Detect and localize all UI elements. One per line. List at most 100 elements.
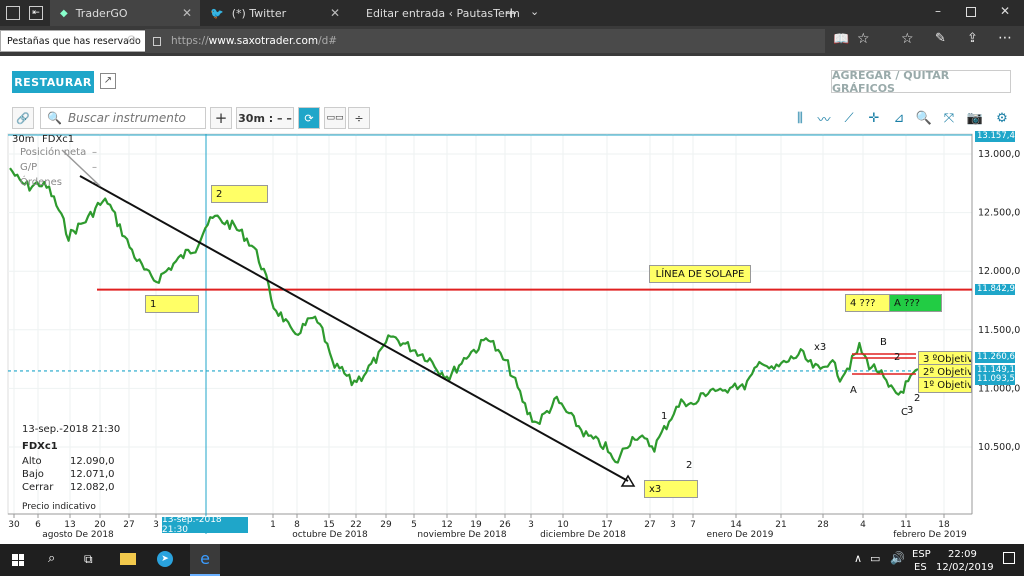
wave-label-1: 1 (661, 411, 668, 422)
x-tick-label: 18 (938, 520, 950, 530)
x-month-label: noviembre De 2018 (417, 530, 506, 540)
annotation-box-x3[interactable]: x3 (644, 480, 698, 498)
tooltip-text: Pestañas que has reservado (7, 35, 141, 47)
x-axis: 30 6 13 20 27 3 1 8 15 22 29 5 12 19 26 3 10 17 27 3 7 14 21 28… (8, 514, 967, 540)
tray-chevron-icon[interactable]: ∧ (854, 552, 862, 565)
search-icon[interactable]: ⌕ (48, 551, 55, 566)
ohlc-note: Precio indicativo (22, 502, 96, 512)
x-tick-label: 3 (670, 520, 676, 530)
url-path: /d# (318, 35, 338, 47)
x-tick-label: 10 (557, 520, 569, 530)
ohlc-symbol: FDXc1 (22, 441, 58, 452)
x-month-label: agosto De 2018 (42, 530, 114, 540)
task-view-icon[interactable]: ⧉ (84, 552, 93, 567)
y-tick-label: 11.000,0 (978, 383, 1020, 394)
monitor-icon[interactable]: ▭ (870, 552, 880, 565)
share-icon[interactable]: ⇪ (967, 31, 978, 46)
x-tick-label: 7 (690, 520, 696, 530)
wave-label-b: B (880, 337, 887, 348)
x-tick-label: 1 (270, 520, 276, 530)
x-tick-label: 17 (601, 520, 612, 530)
wave-label-x3: x3 (814, 342, 827, 353)
telegram-icon[interactable]: ➤ (157, 551, 173, 567)
x-month-label: diciembre De 2018 (540, 530, 626, 540)
x-tick-label: 30 (8, 520, 20, 530)
ohlc-close-value: 12.082,0 (70, 482, 115, 493)
browser-tab-bar: ⇤ ◆ TraderGO ✕ 🐦 (*) Twitter ✕ Editar en… (0, 0, 1024, 26)
bookmarked-tabs-tooltip: Pestañas que has reservado (0, 30, 148, 52)
reading-view-icon[interactable]: 📖 (833, 32, 849, 47)
y-tick-label: 12.500,0 (978, 208, 1020, 219)
clock-time[interactable]: 22:09 (948, 549, 977, 560)
crosshair-date-label: 13-sep.-2018 21:30 (162, 515, 248, 535)
x-month-label: febrero De 2019 (893, 530, 967, 540)
wave-label-a: A (850, 385, 857, 396)
x-tick-label: 26 (499, 520, 511, 530)
wave-label-2b: 2 (894, 352, 901, 363)
x-tick-label: 13 (64, 520, 75, 530)
tab-editar-entrada[interactable]: Editar entrada ‹ PautasTerm (348, 0, 520, 26)
lang-code[interactable]: ESP (912, 549, 931, 560)
annotation-box-a[interactable]: A ??? (889, 294, 942, 312)
pnl-value: – (92, 162, 97, 173)
minimize-icon[interactable]: – (935, 4, 941, 18)
star-icon[interactable]: ☆ (857, 31, 870, 47)
x-tick-label: 4 (860, 520, 866, 530)
tab-tradergo[interactable]: ◆ TraderGO ✕ (50, 0, 200, 26)
x-month-label: octubre De 2018 (292, 530, 368, 540)
x-tick-label: 27 (644, 520, 655, 530)
x-tick-label: 3 (153, 520, 159, 530)
lang-sub: ES (914, 562, 927, 573)
x-tick-label: 20 (94, 520, 106, 530)
clock-date: 12/02/2019 (936, 562, 994, 573)
ohlc-low-value: 12.071,0 (70, 469, 115, 480)
x-tick-label: 15 (323, 520, 334, 530)
x-tick-label: 12 (441, 520, 452, 530)
volume-icon[interactable]: 🔊 (890, 551, 905, 565)
y-value-tag: 11.093,5 (975, 374, 1015, 385)
orders-value: – (92, 177, 97, 188)
edge-icon[interactable]: e (190, 544, 220, 576)
tab-label: TraderGO (75, 6, 128, 20)
objective-1-label[interactable]: 1º Objetivo (918, 377, 972, 393)
annotation-box-4[interactable]: 4 ??? (845, 294, 890, 312)
close-icon[interactable]: ✕ (330, 6, 340, 20)
refresh-icon[interactable]: ⟳ (127, 33, 138, 48)
tab-manager-icon[interactable] (6, 6, 20, 20)
ohlc-datetime: 13-sep.-2018 21:30 (22, 424, 121, 435)
lock-icon (153, 36, 161, 46)
y-axis: 13.000,0 12.500,0 12.000,0 11.500,0 11.000,0… (978, 149, 1020, 453)
url-prefix: https:// (171, 35, 209, 47)
y-tick-label: 11.500,0 (978, 325, 1020, 336)
browser-address-bar: Pestañas que has reservado ⟳ https:// ww… (0, 26, 1024, 56)
annotation-box-2[interactable]: 2 (211, 185, 268, 203)
pen-icon[interactable]: ✎ (935, 31, 946, 46)
url-field[interactable]: https:// www.saxotrader.com /d# (145, 29, 825, 53)
ohlc-close-label: Cerrar (22, 482, 54, 493)
x-tick-label: 5 (411, 520, 417, 530)
x-tick-label: 19 (470, 520, 482, 530)
file-explorer-icon[interactable] (120, 553, 136, 565)
new-tab-icon[interactable]: + (505, 4, 518, 22)
maximize-icon[interactable] (966, 7, 976, 17)
twitter-icon: 🐦 (210, 6, 224, 20)
notifications-icon[interactable] (1003, 552, 1015, 564)
more-icon[interactable]: ⋯ (998, 30, 1012, 46)
close-window-icon[interactable]: ✕ (1000, 4, 1010, 18)
overlap-line-label[interactable]: LÍNEA DE SOLAPE (649, 265, 751, 283)
wave-label-2c: 2 (914, 393, 921, 404)
x-tick-label: 3 (528, 520, 534, 530)
x-tick-label: 14 (730, 520, 742, 530)
x-tick-label: 8 (294, 520, 300, 530)
tab-label: (*) Twitter (231, 6, 287, 20)
close-icon[interactable]: ✕ (182, 6, 192, 20)
y-value-tag: 13.157,4 (975, 131, 1015, 142)
plot-area (7, 133, 973, 515)
tab-label: Editar entrada ‹ PautasTerm (366, 6, 520, 20)
favorites-icon[interactable]: ☆ (901, 31, 914, 47)
annotation-box-1[interactable]: 1 (145, 295, 199, 313)
tab-twitter[interactable]: 🐦 (*) Twitter ✕ (200, 0, 348, 26)
windows-start-icon[interactable] (12, 554, 24, 566)
chevron-down-icon[interactable]: ⌄ (530, 5, 539, 18)
back-tabs-icon[interactable]: ⇤ (29, 6, 43, 20)
